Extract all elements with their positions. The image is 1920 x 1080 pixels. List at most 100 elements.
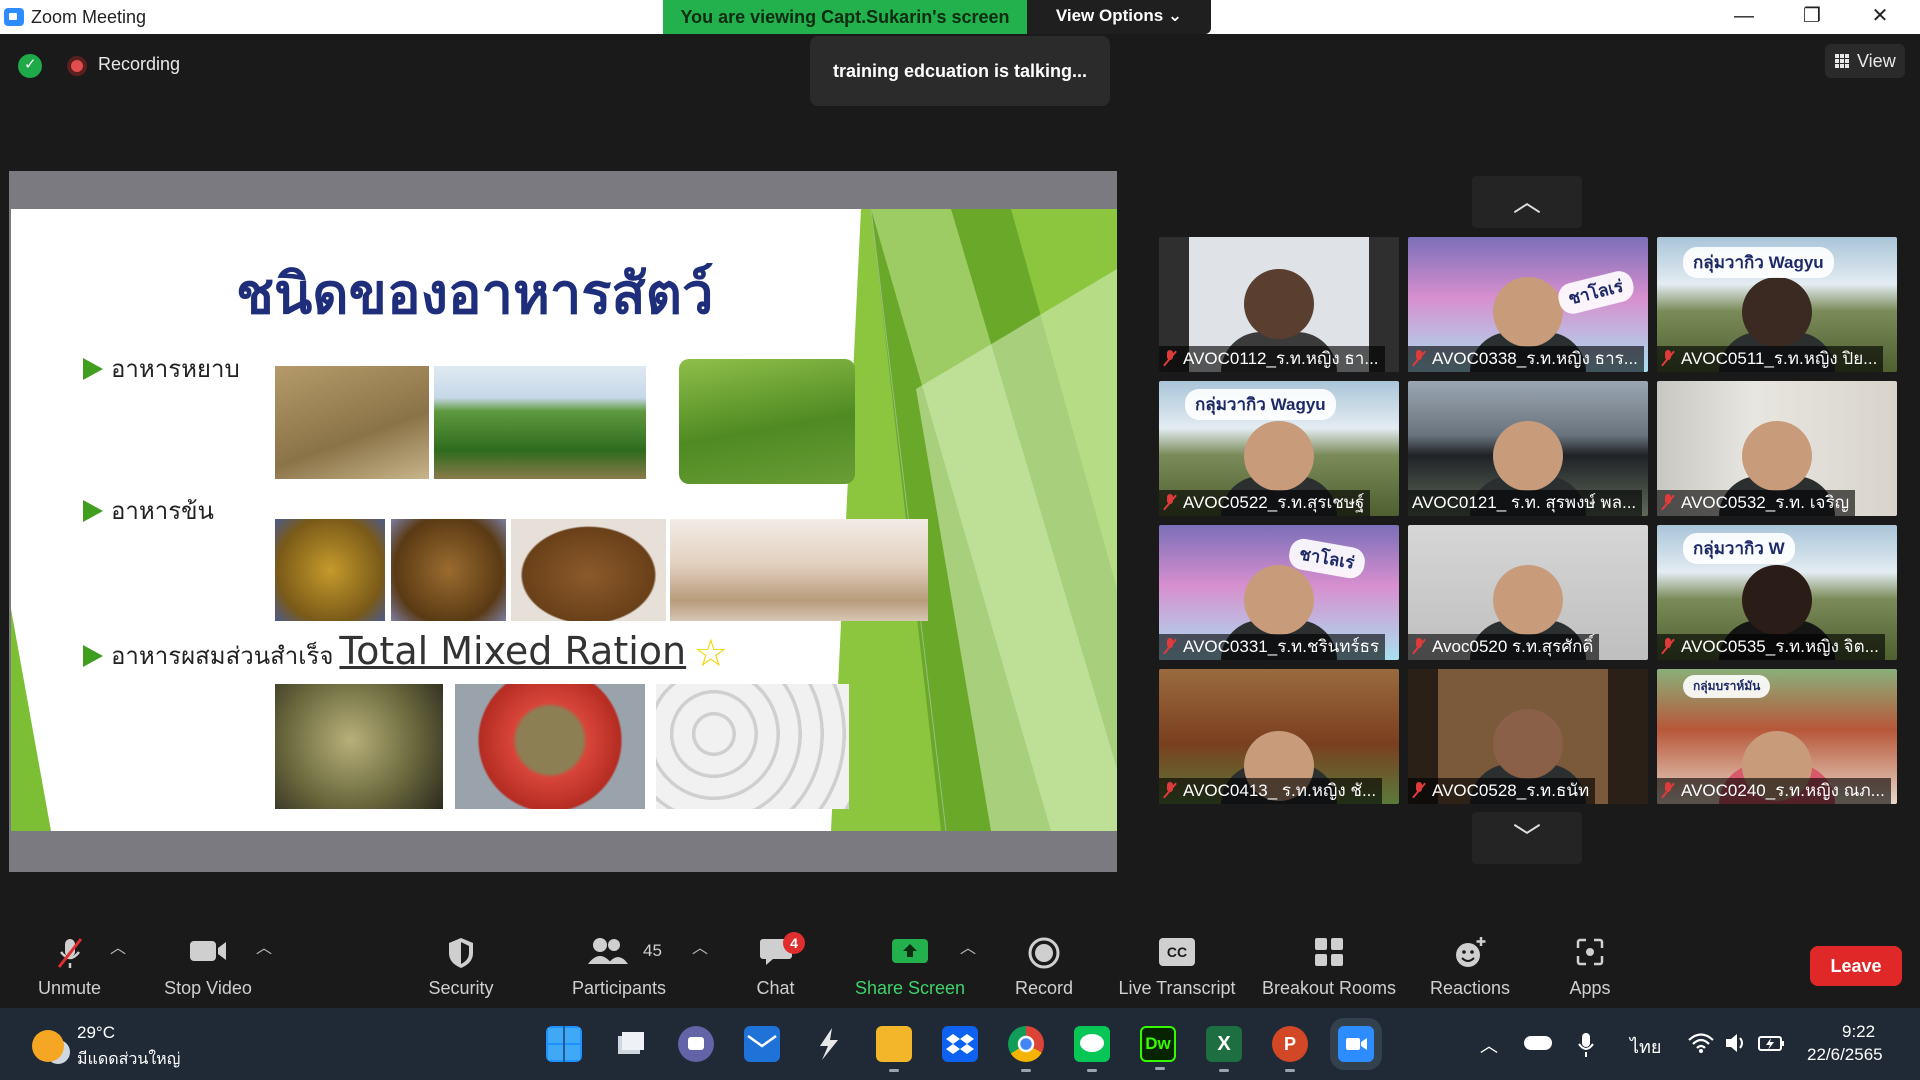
close-button[interactable]: ✕ [1846, 0, 1914, 34]
reactions-button[interactable]: Reactions [1420, 914, 1520, 1008]
leave-button[interactable]: Leave [1810, 946, 1902, 986]
battery-charging-icon[interactable] [1758, 1032, 1786, 1054]
participant-tile[interactable]: Avoc0520 ร.ท.สุรศักดิ์ [1408, 525, 1648, 660]
participant-name-text: AVOC0121_ ร.ท. สุรพงษ์ พล... [1412, 493, 1637, 512]
participant-name-text: AVOC0511_ร.ท.หญิง ปิย... [1681, 349, 1878, 368]
record-button[interactable]: Record [1007, 914, 1081, 1008]
muted-mic-icon [1163, 350, 1177, 366]
person-head [1742, 565, 1812, 635]
participant-tile[interactable]: AVOC0112_ร.ท.หญิง ธา... [1159, 237, 1399, 372]
muted-mic-icon [1412, 350, 1426, 366]
muted-mic-icon [1163, 782, 1177, 798]
weather-description[interactable]: มีแดดส่วนใหญ่ [77, 1047, 180, 1072]
chrome-icon[interactable] [1008, 1026, 1044, 1072]
participant-tile[interactable]: กลุ่มวากิว Wagyu AVOC0511_ร.ท.หญิง ปิย..… [1657, 237, 1897, 372]
minimize-button[interactable]: — [1710, 0, 1778, 34]
video-options-caret-icon[interactable]: ︿ [256, 934, 272, 958]
stop-video-label: Stop Video [164, 978, 252, 998]
mail-icon[interactable] [744, 1026, 780, 1062]
gallery-up-button[interactable]: ︿ [1472, 176, 1582, 228]
participant-name: AVOC0121_ ร.ท. สุรพงษ์ พล... [1408, 490, 1643, 516]
clock-date[interactable]: 22/6/2565 [1807, 1045, 1883, 1065]
bullet-triangle-icon [83, 358, 103, 380]
participant-tile[interactable]: กลุ่มวากิว Wagyu AVOC0522_ร.ท.สุรเชษฐ์ [1159, 381, 1399, 516]
hay-bales-photo [275, 366, 429, 479]
onedrive-cloud-icon[interactable] [1524, 1036, 1552, 1050]
participant-name-text: AVOC0535_ร.ท.หญิง จิต... [1681, 637, 1879, 656]
dropbox-icon[interactable] [942, 1026, 978, 1062]
share-options-caret-icon[interactable]: ︿ [960, 934, 976, 958]
unmute-button[interactable]: Unmute [22, 914, 117, 1008]
participants-options-caret-icon[interactable]: ︿ [692, 934, 708, 958]
view-button[interactable]: View [1825, 44, 1905, 78]
participant-tile[interactable]: ชาโลเร่ AVOC0338_ร.ท.หญิง ธาร... [1408, 237, 1648, 372]
sketch-icon[interactable] [810, 1026, 846, 1062]
recording-icon [67, 56, 87, 76]
file-explorer-icon[interactable] [876, 1026, 912, 1072]
zoom-meeting-window: Zoom Meeting You are viewing Capt.Sukari… [0, 0, 1920, 1080]
alfalfa-bale-photo [679, 359, 855, 484]
participant-tile[interactable]: AVOC0121_ ร.ท. สุรพงษ์ พล... [1408, 381, 1648, 516]
virtual-background-label: กลุ่มบราห์มัน [1683, 675, 1771, 698]
input-language-indicator[interactable]: ไทย [1630, 1032, 1661, 1061]
task-view-icon[interactable] [612, 1026, 648, 1062]
live-transcript-button[interactable]: CC Live Transcript [1113, 914, 1241, 1008]
title-bar: Zoom Meeting You are viewing Capt.Sukari… [0, 0, 1920, 34]
stop-video-button[interactable]: Stop Video [157, 914, 259, 1008]
record-label: Record [1014, 978, 1074, 998]
chat-button[interactable]: 4 Chat [738, 914, 813, 1008]
participant-tile[interactable]: กลุ่มบราห์มัน AVOC0240_ร.ท.หญิง ณภ... [1657, 669, 1897, 804]
participant-tile[interactable]: AVOC0413_ ร.ท.หญิง ชั... [1159, 669, 1399, 804]
participant-name-text: AVOC0413_ ร.ท.หญิง ชั... [1183, 781, 1377, 800]
apps-button[interactable]: Apps [1560, 914, 1620, 1008]
participants-count: 45 [643, 941, 662, 960]
participant-tile[interactable]: AVOC0528_ร.ท.ธนัท [1408, 669, 1648, 804]
participant-name: AVOC0413_ ร.ท.หญิง ชั... [1159, 778, 1383, 804]
participant-tile[interactable]: กลุ่มวากิว W AVOC0535_ร.ท.หญิง จิต... [1657, 525, 1897, 660]
view-options-button[interactable]: View Options ⌄ [1027, 0, 1211, 34]
weather-temperature[interactable]: 29°C [77, 1023, 115, 1043]
shared-screen[interactable]: ชนิดของอาหารสัตว์ อาหารหยาบ อาหารข้น อาห… [9, 171, 1117, 872]
security-label: Security [428, 978, 494, 998]
shield-icon [449, 938, 473, 968]
participant-tile[interactable]: AVOC0532_ร.ท. เจริญ [1657, 381, 1897, 516]
bullet-text: อาหารหยาบ [111, 355, 240, 383]
security-button[interactable]: Security [415, 914, 507, 1008]
maximize-button[interactable]: ❐ [1778, 0, 1846, 34]
participant-name-text: AVOC0240_ร.ท.หญิง ณภ... [1681, 781, 1885, 800]
start-icon[interactable] [546, 1026, 582, 1062]
teams-chat-icon[interactable] [678, 1026, 714, 1062]
chat-unread-badge: 4 [783, 932, 805, 954]
excel-icon[interactable]: X [1206, 1026, 1242, 1072]
bullet-text: อาหารข้น [111, 497, 214, 525]
participant-tile[interactable]: ชาโลเร่ AVOC0331_ร.ท.ชรินทร์ธร [1159, 525, 1399, 660]
volume-icon[interactable] [1724, 1032, 1748, 1054]
window-title: Zoom Meeting [31, 7, 147, 27]
muted-mic-icon [57, 938, 82, 968]
zoom-icon[interactable] [1338, 1026, 1374, 1062]
participant-name: AVOC0528_ร.ท.ธนัท [1408, 778, 1596, 804]
microphone-icon[interactable] [1576, 1032, 1596, 1058]
dreamweaver-icon[interactable]: Dw [1140, 1026, 1176, 1070]
gallery-down-button[interactable]: ﹀ [1472, 812, 1582, 864]
participants-button[interactable]: 45 Participants [565, 914, 673, 1008]
breakout-rooms-button[interactable]: Breakout Rooms [1257, 914, 1401, 1008]
powerpoint-icon[interactable]: P [1272, 1026, 1308, 1072]
video-camera-icon [190, 941, 226, 961]
encryption-shield-icon[interactable] [18, 54, 42, 78]
audio-options-caret-icon[interactable]: ︿ [110, 934, 126, 958]
wifi-icon[interactable] [1688, 1032, 1714, 1054]
tmr-sacks-photo [656, 684, 849, 809]
person-head [1244, 421, 1314, 491]
person-head [1493, 565, 1563, 635]
participant-name-text: AVOC0338_ร.ท.หญิง ธาร... [1432, 349, 1638, 368]
line-icon[interactable] [1074, 1026, 1110, 1072]
share-screen-button[interactable]: Share Screen [852, 914, 968, 1008]
weather-sun-cloud-icon[interactable] [32, 1030, 64, 1062]
clock-time[interactable]: 9:22 [1842, 1022, 1875, 1042]
virtual-background-label: กลุ่มวากิว Wagyu [1185, 389, 1336, 420]
participant-name: AVOC0331_ร.ท.ชรินทร์ธร [1159, 634, 1386, 660]
show-hidden-icons-icon[interactable]: ︿ [1480, 1032, 1498, 1058]
apps-label: Apps [1569, 978, 1611, 998]
muted-mic-icon [1163, 494, 1177, 510]
